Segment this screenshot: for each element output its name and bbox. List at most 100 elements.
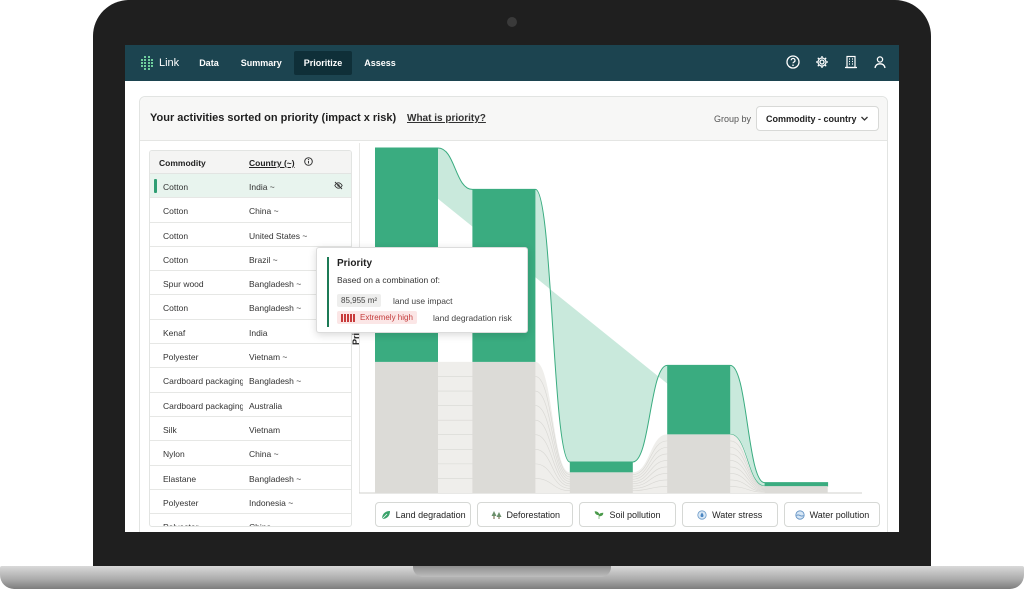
- group-by-value: Commodity - country: [766, 114, 857, 124]
- page-title: Your activities sorted on priority (impa…: [150, 112, 397, 124]
- country-cell: Bangladesh ~: [249, 303, 302, 314]
- bar-highlight-2: [569, 461, 633, 473]
- category-land-degradation[interactable]: Land degradation: [375, 502, 472, 527]
- logo-text: Link: [159, 57, 180, 69]
- table-row[interactable]: Polyester Vietnam ~: [150, 344, 351, 369]
- group-by-label: Group by: [714, 114, 752, 124]
- table-row[interactable]: Polyester Indonesia ~: [150, 490, 351, 515]
- tooltip-accent-bar: [327, 257, 329, 327]
- table-row[interactable]: Polyester China: [150, 514, 351, 526]
- land-use-impact-value: 85,955 m²: [337, 294, 382, 307]
- country-cell: China ~: [249, 206, 279, 217]
- commodity-cell: Cardboard packaging: [163, 376, 243, 387]
- category-label: Water pollution: [809, 509, 870, 520]
- bar-rest-2: [569, 472, 633, 493]
- category-label: Land degradation: [395, 509, 466, 520]
- bar-highlight-3: [667, 365, 731, 435]
- category-label: Water stress: [712, 509, 763, 520]
- water-drop-icon: [697, 509, 707, 520]
- table-body: Cotton India ~ Cotton China ~ Cotton United S…: [150, 174, 351, 526]
- country-cell: Indonesia ~: [249, 497, 294, 508]
- card-header: Your activities sorted on priority (impa…: [140, 97, 887, 141]
- country-cell: India: [249, 327, 268, 338]
- selected-indicator: [154, 179, 157, 193]
- commodity-cell: Cardboard packaging: [163, 400, 243, 411]
- nav-data[interactable]: Data: [189, 51, 229, 75]
- logo-icon: [141, 56, 153, 70]
- priority-tooltip: Priority Based on a combination of: 85,9…: [316, 247, 528, 333]
- bar-rest-3: [667, 434, 731, 493]
- help-icon[interactable]: [786, 55, 800, 69]
- building-icon[interactable]: [844, 55, 858, 69]
- bar-highlight-4: [764, 482, 828, 487]
- logo[interactable]: Link: [139, 55, 179, 71]
- user-icon[interactable]: [873, 55, 887, 69]
- country-cell: Bangladesh ~: [249, 473, 302, 484]
- country-cell: China ~: [249, 449, 279, 460]
- what-is-priority-link[interactable]: What is priority?: [407, 113, 486, 124]
- commodity-cell: Spur wood: [163, 279, 204, 290]
- category-water-stress[interactable]: Water stress: [681, 502, 778, 527]
- nav-assess[interactable]: Assess: [354, 51, 406, 75]
- country-cell: Bangladesh ~: [249, 376, 302, 387]
- category-buttons: Land degradation Deforestation Soil poll…: [375, 502, 881, 527]
- category-label: Deforestation: [506, 509, 561, 520]
- country-cell: Australia: [249, 400, 283, 411]
- country-cell: Bangladesh ~: [249, 279, 302, 290]
- commodity-cell: Cotton: [163, 206, 189, 217]
- bar-rest-0: [375, 361, 438, 493]
- table-row[interactable]: Nylon China ~: [150, 441, 351, 466]
- leaf-icon: [381, 510, 390, 519]
- column-country[interactable]: Country (~): [249, 158, 295, 168]
- bar-rest-1: [472, 361, 536, 493]
- land-use-impact-label: land use impact: [393, 296, 453, 306]
- nav-summary[interactable]: Summary: [231, 51, 292, 75]
- commodity-cell: Cotton: [163, 303, 189, 314]
- activities-table: Commodity Country (~) Cotton India ~ Cotto…: [149, 150, 352, 527]
- globe-water-icon: [794, 509, 805, 520]
- country-cell: United States ~: [249, 230, 308, 241]
- table-row[interactable]: Cardboard packaging Australia: [150, 393, 351, 417]
- commodity-cell: Elastane: [163, 473, 197, 484]
- commodity-cell: Silk: [163, 424, 177, 435]
- table-row[interactable]: Cotton China ~: [150, 198, 351, 223]
- table-row[interactable]: Silk Vietnam: [150, 417, 351, 442]
- app-screen: Link Data Summary Prioritize Assess Your…: [125, 45, 899, 532]
- table-row[interactable]: Cotton India ~: [150, 174, 351, 199]
- table-row[interactable]: Elastane Bangladesh ~: [150, 466, 351, 490]
- info-icon[interactable]: [304, 157, 313, 166]
- group-by-select[interactable]: Commodity - country: [756, 106, 879, 131]
- camera: [507, 17, 517, 27]
- country-cell: Vietnam: [249, 424, 281, 435]
- risk-level-icon: [341, 313, 355, 322]
- country-cell: Brazil ~: [249, 254, 278, 265]
- table-row[interactable]: Cardboard packaging Bangladesh ~: [150, 368, 351, 393]
- column-commodity[interactable]: Commodity: [159, 158, 206, 168]
- country-cell: India ~: [249, 182, 275, 192]
- risk-label: land degradation risk: [433, 313, 512, 323]
- settings-icon[interactable]: [815, 55, 829, 69]
- commodity-cell: Polyester: [163, 352, 199, 363]
- eye-off-icon[interactable]: [334, 181, 343, 190]
- commodity-cell: Polyester: [163, 522, 243, 526]
- commodity-cell: Cotton: [163, 182, 189, 192]
- risk-badge: Extremely high: [337, 311, 417, 324]
- category-soil-pollution[interactable]: Soil pollution: [579, 502, 676, 527]
- commodity-cell: Polyester: [163, 497, 199, 508]
- commodity-cell: Kenaf: [163, 327, 186, 338]
- risk-value: Extremely high: [360, 313, 413, 322]
- chevron-down-icon: [861, 116, 868, 121]
- table-row[interactable]: Cotton United States ~: [150, 223, 351, 247]
- category-water-pollution[interactable]: Water pollution: [783, 502, 881, 527]
- tooltip-subtitle: Based on a combination of:: [337, 275, 441, 285]
- category-deforestation[interactable]: Deforestation: [477, 502, 574, 527]
- bar-rest-4: [764, 486, 828, 493]
- country-cell: China: [249, 522, 271, 526]
- top-nav: Link Data Summary Prioritize Assess: [125, 45, 899, 81]
- nav-prioritize[interactable]: Prioritize: [293, 51, 353, 75]
- commodity-cell: Nylon: [163, 449, 185, 460]
- table-header: Commodity Country (~): [150, 151, 351, 174]
- trees-icon: [491, 510, 502, 519]
- commodity-cell: Cotton: [163, 254, 189, 265]
- sprout-icon: [595, 510, 604, 519]
